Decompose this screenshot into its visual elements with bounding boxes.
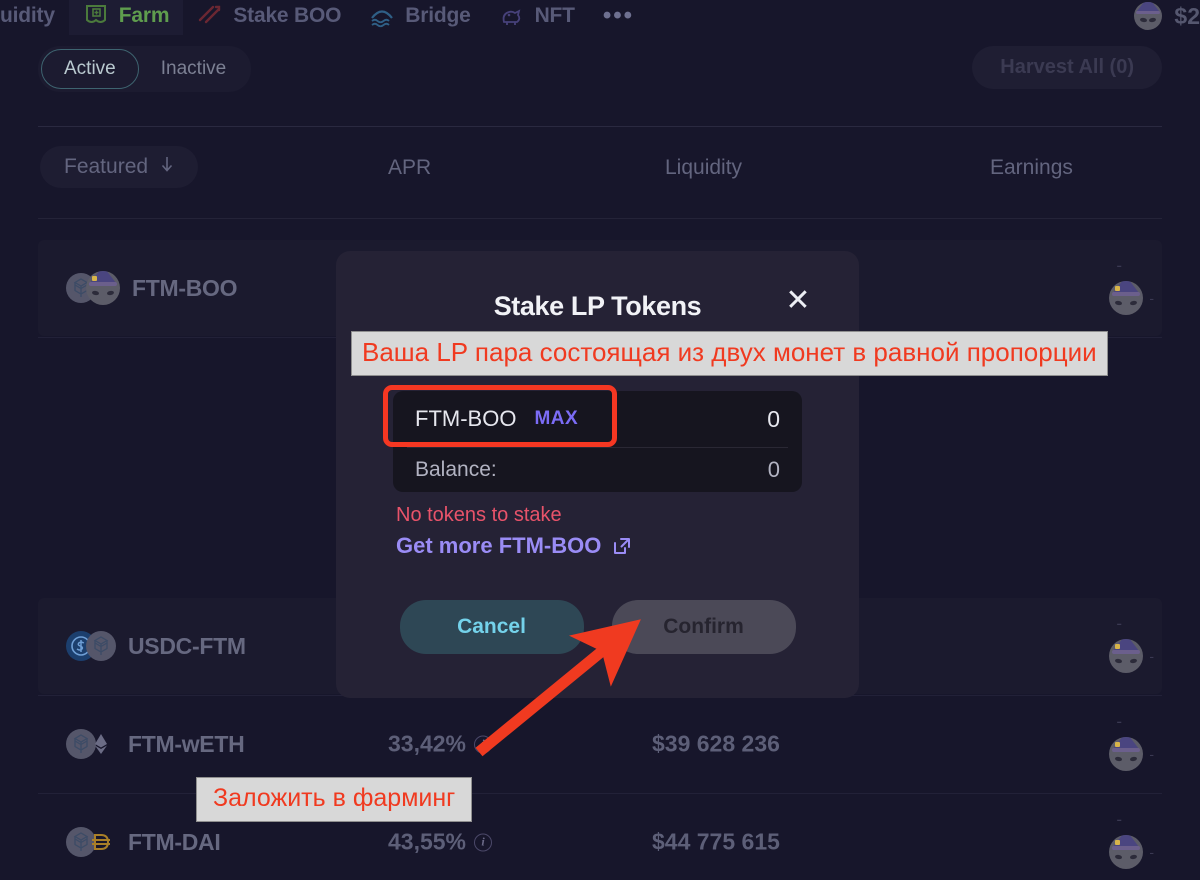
annotation-stake-farming: Заложить в фарминг — [196, 777, 473, 822]
pair-cell: FTM-BOO — [66, 271, 238, 305]
apr-cell: 33,42% i — [388, 730, 493, 758]
top-navigation: uidity Farm Stake BOO Bridge NFT ••• $2 — [0, 0, 1200, 35]
table-row[interactable]: FTM-wETH 33,42% i $39 628 236 - - — [0, 696, 1200, 792]
nav-item-liquidity[interactable]: uidity — [0, 0, 69, 32]
earnings-value: - — [1116, 614, 1122, 633]
table-header: Featured APR Liquidity Earnings — [0, 146, 1200, 196]
header-divider-top — [38, 126, 1162, 127]
balance-label: Balance: — [415, 458, 497, 481]
apr-value: 43,55% — [388, 828, 467, 855]
boo-avatar-icon — [1134, 2, 1163, 30]
annotation-lp-pair: Ваша LP пара состоящая из двух монет в р… — [351, 331, 1108, 376]
arrow-down-icon — [160, 155, 174, 179]
boo-icon — [1109, 835, 1144, 869]
header-divider-bottom — [38, 218, 1162, 219]
nav-item-label: Stake BOO — [233, 4, 342, 27]
nav-item-label: NFT — [534, 4, 575, 27]
column-header-featured[interactable]: Featured — [40, 146, 199, 188]
farm-icon — [83, 4, 109, 28]
earnings-cell: - - — [1109, 256, 1154, 315]
external-link-icon — [612, 536, 632, 556]
pair-cell: FTM-DAI — [66, 827, 221, 857]
earnings-value: - — [1116, 256, 1122, 275]
pair-name: USDC-FTM — [128, 632, 246, 659]
wallet-area: $2 — [1134, 0, 1200, 32]
apr-value: 33,42% — [388, 730, 467, 757]
highlight-box-token-input — [383, 385, 617, 447]
pair-name: FTM-BOO — [132, 274, 238, 301]
wallet-amount: $2 — [1174, 2, 1200, 29]
boo-icon — [1109, 639, 1144, 673]
earnings-value: - — [1116, 810, 1122, 829]
weth-icon — [86, 729, 116, 759]
modal-title: Stake LP Tokens — [493, 291, 702, 321]
amount-input[interactable]: 0 — [767, 406, 780, 433]
get-more-label: Get more FTM-BOO — [396, 533, 602, 558]
apr-cell: 43,55% i — [388, 828, 493, 856]
stake-lp-tokens-modal: Stake LP Tokens ✕ FTM-BOO MAX 0 Balance:… — [336, 251, 859, 698]
earnings-token: - — [1109, 835, 1154, 869]
app-root: uidity Farm Stake BOO Bridge NFT ••• $2 … — [0, 0, 1200, 880]
bridge-icon — [369, 4, 395, 28]
modal-header: Stake LP Tokens ✕ — [336, 286, 859, 322]
nft-icon — [499, 4, 525, 28]
harvest-all-button[interactable]: Harvest All (0) — [972, 46, 1162, 89]
pair-name: FTM-wETH — [128, 730, 245, 757]
table-row[interactable]: FTM-DAI 43,55% i $44 775 615 - - — [0, 794, 1200, 880]
modal-actions: Cancel Confirm — [336, 600, 859, 654]
filter-active[interactable]: Active — [41, 49, 139, 89]
column-header-featured-label: Featured — [64, 155, 149, 178]
confirm-button[interactable]: Confirm — [611, 600, 796, 654]
pair-cell: USDC-FTM — [66, 631, 246, 661]
close-icon[interactable]: ✕ — [783, 286, 813, 317]
column-header-liquidity[interactable]: Liquidity — [665, 156, 742, 180]
nav-item-label: uidity — [0, 4, 55, 27]
earnings-sub-value: - — [1149, 648, 1154, 664]
balance-row: Balance: 0 — [393, 448, 802, 492]
info-icon[interactable]: i — [474, 833, 493, 851]
status-filter-group: Active Inactive — [38, 46, 252, 92]
cancel-button[interactable]: Cancel — [399, 600, 584, 654]
nav-item-bridge[interactable]: Bridge — [355, 0, 484, 32]
filter-inactive[interactable]: Inactive — [139, 50, 248, 88]
earnings-cell: - - — [1109, 810, 1154, 869]
column-header-apr[interactable]: APR — [388, 156, 431, 180]
nav-more-button[interactable]: ••• — [589, 4, 648, 28]
earnings-cell: - - — [1109, 614, 1154, 673]
nav-item-label: Bridge — [405, 4, 471, 27]
get-more-link[interactable]: Get more FTM-BOO — [396, 533, 632, 559]
liquidity-cell: $39 628 236 — [652, 730, 780, 757]
nav-item-nft[interactable]: NFT — [485, 0, 589, 32]
boo-icon — [1109, 737, 1144, 771]
ftm-icon — [86, 631, 116, 661]
earnings-value: - — [1116, 712, 1122, 731]
pair-name: FTM-DAI — [128, 828, 221, 855]
error-message: No tokens to stake — [396, 504, 562, 526]
nav-item-stake-boo[interactable]: Stake BOO — [183, 0, 355, 32]
earnings-sub-value: - — [1149, 746, 1154, 762]
dai-icon — [86, 827, 116, 857]
earnings-token: - — [1109, 281, 1154, 315]
balance-value: 0 — [767, 457, 780, 482]
pair-cell: FTM-wETH — [66, 729, 245, 759]
boo-icon — [86, 271, 120, 305]
column-header-earnings[interactable]: Earnings — [990, 156, 1073, 180]
earnings-cell: - - — [1109, 712, 1154, 771]
nav-item-farm[interactable]: Farm — [68, 0, 184, 35]
liquidity-cell: $44 775 615 — [652, 828, 780, 855]
earnings-token: - — [1109, 737, 1154, 771]
earnings-sub-value: - — [1149, 290, 1154, 306]
nav-item-label: Farm — [118, 4, 170, 27]
earnings-token: - — [1109, 639, 1154, 673]
stake-icon — [197, 4, 223, 28]
boo-icon — [1109, 281, 1144, 315]
info-icon[interactable]: i — [474, 735, 493, 753]
earnings-sub-value: - — [1149, 844, 1154, 860]
